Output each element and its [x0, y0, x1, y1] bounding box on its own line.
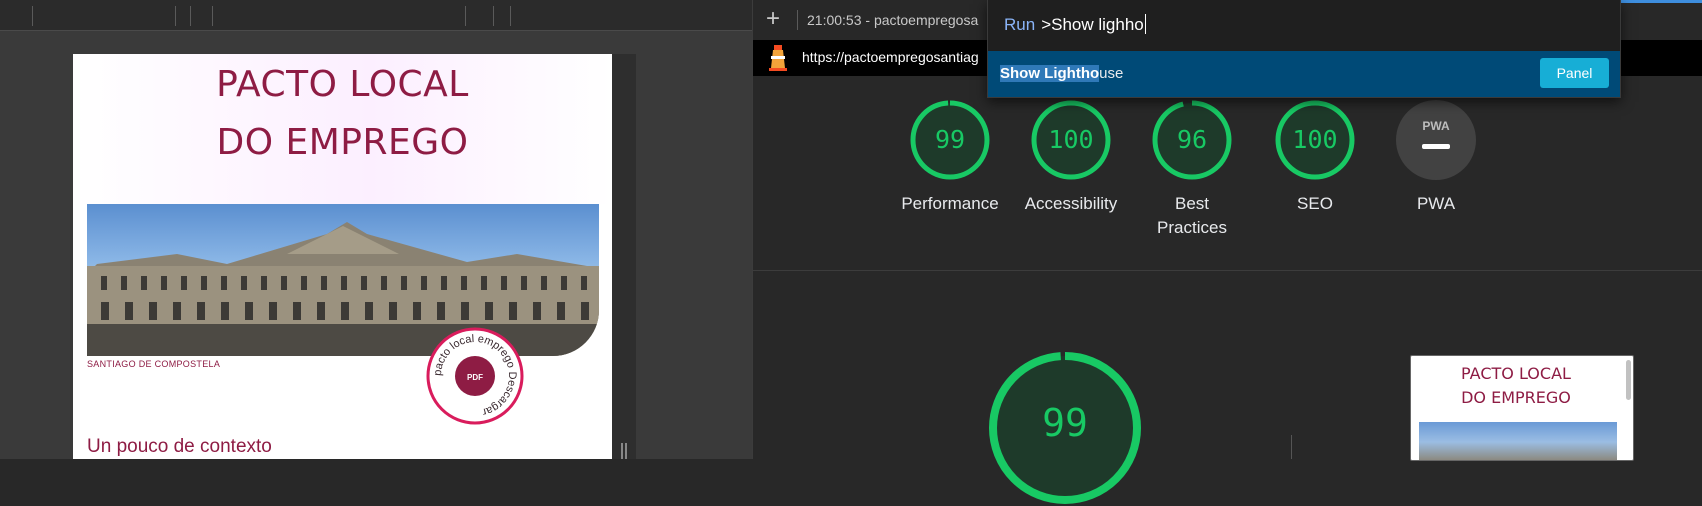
gauge-label: Best Practices [1157, 194, 1227, 237]
gauge-score: 100 [1292, 125, 1338, 154]
gauge-performance[interactable]: 99 Performance [895, 100, 1005, 216]
toolbar-divider [175, 6, 176, 26]
page-viewport: PACTO LOCAL DO EMPREGO SANTIAGO DE COMPO… [0, 0, 752, 459]
lighthouse-icon [769, 45, 787, 71]
thumbnail-scrollbar [1626, 360, 1631, 400]
command-menu: Run >Show lighho Show Lighthouse Panel [987, 0, 1621, 98]
gauge-score: 99 [934, 125, 966, 154]
gauge-pwa[interactable]: PWA PWA [1381, 100, 1491, 216]
thumbnail-photo [1419, 422, 1617, 460]
gauge-score: 100 [1048, 125, 1094, 154]
result-match: tho [1075, 65, 1100, 82]
gauge-score [1396, 100, 1476, 180]
site-title-line2: DO EMPREGO [216, 122, 469, 163]
toolbar-divider [797, 10, 798, 30]
site-title-line1: PACTO LOCAL [216, 64, 469, 105]
result-match: Show Ligh [1000, 65, 1076, 82]
toolbar-divider [212, 6, 213, 26]
site-hero: PACTO LOCAL DO EMPREGO [73, 54, 612, 204]
pdf-download-badge[interactable]: pacto local emprego Descargar PDF [425, 326, 525, 426]
result-text: use [1099, 65, 1124, 82]
thumbnail-title-line1: PACTO LOCAL [1461, 364, 1571, 383]
page-scroll-gutter [612, 54, 636, 459]
toolbar-divider [32, 6, 33, 26]
photo-caption: SANTIAGO DE COMPOSTELA [87, 359, 221, 369]
device-toolbar [0, 0, 752, 31]
gauge-best-practices[interactable]: 96 Best Practices [1137, 100, 1247, 240]
report-selector[interactable]: 21:00:53 - pactoempregosa [807, 12, 978, 28]
badge-label: PDF [467, 373, 483, 382]
command-result-item[interactable]: Show Lighthouse Panel [988, 51, 1620, 97]
section-divider [753, 270, 1702, 271]
report-url[interactable]: https://pactoempregosantiag [802, 49, 979, 65]
gauge-label: SEO [1297, 194, 1333, 213]
command-query: >Show lighho [1041, 15, 1144, 34]
plus-icon[interactable]: + [761, 7, 785, 32]
command-input[interactable]: Run >Show lighho [1004, 14, 1146, 35]
active-tab-indicator [1619, 0, 1702, 3]
toolbar-divider [465, 6, 466, 26]
toolbar-divider [510, 6, 511, 26]
gauge-accessibility[interactable]: 100 Accessibility [1016, 100, 1126, 216]
result-label: Show Lighthouse [1000, 65, 1123, 82]
final-screenshot-thumbnail[interactable]: PACTO LOCAL DO EMPREGO [1410, 355, 1634, 461]
toolbar-divider [190, 6, 191, 26]
resize-handle[interactable] [621, 443, 627, 459]
gauge-seo[interactable]: 100 SEO [1260, 100, 1370, 216]
gauge-label: Performance [901, 194, 999, 213]
gauge-score: 96 [1176, 125, 1208, 154]
gauge-label: Accessibility [1024, 194, 1118, 213]
panel-badge: Panel [1540, 58, 1609, 88]
command-prompt: Run [1004, 15, 1036, 34]
section-divider [1291, 435, 1292, 459]
text-caret [1144, 14, 1146, 34]
thumbnail-title-line2: DO EMPREGO [1461, 388, 1571, 407]
toolbar-divider [493, 6, 494, 26]
section-heading: Un pouco de contexto [87, 436, 272, 457]
gauge-label: PWA [1416, 194, 1456, 213]
site-page[interactable]: PACTO LOCAL DO EMPREGO SANTIAGO DE COMPO… [73, 54, 612, 459]
main-score-value: 99 [1042, 401, 1088, 445]
